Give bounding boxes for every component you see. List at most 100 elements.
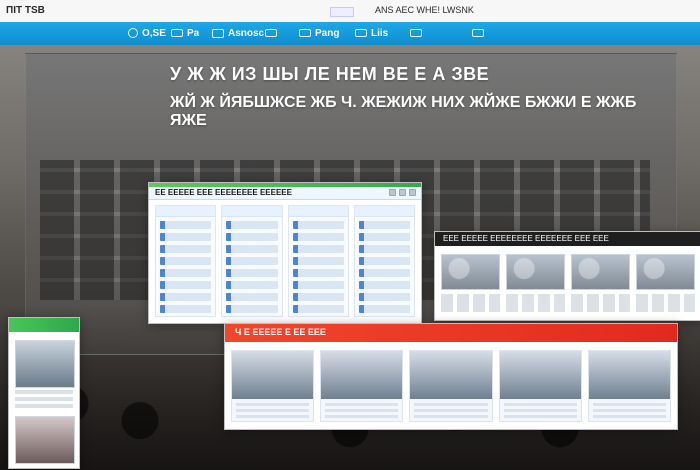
nav-item-1[interactable]: O,SE bbox=[128, 26, 166, 40]
window-a-column-4-header bbox=[354, 206, 414, 217]
minimize-icon[interactable] bbox=[389, 189, 396, 196]
list-item[interactable] bbox=[226, 233, 278, 241]
top-bar: ПIT TSB ANS AEC WHE! LWSNK bbox=[0, 0, 700, 23]
window-a-column-3-header bbox=[288, 206, 348, 217]
list-item[interactable] bbox=[292, 245, 344, 253]
window-b[interactable]: ЕЕЕ ЕЕЕЕЕ ЕЕЕЕЕЕЕЕ ЕЕЕЕЕЕЕ ЕЕЕ ЕЕЕ bbox=[434, 231, 700, 321]
list-item[interactable] bbox=[292, 257, 344, 265]
list-item[interactable] bbox=[160, 257, 212, 265]
news-card-image bbox=[232, 351, 314, 399]
list-item[interactable] bbox=[226, 281, 278, 289]
list-item[interactable] bbox=[160, 233, 212, 241]
list-item[interactable] bbox=[358, 245, 410, 253]
nav-item-3[interactable]: Asnosc bbox=[212, 26, 264, 40]
maximize-icon[interactable] bbox=[399, 189, 406, 196]
nav-item-5[interactable]: Pang bbox=[299, 26, 339, 40]
window-c[interactable] bbox=[8, 317, 80, 469]
news-card-image bbox=[588, 351, 671, 399]
hero-title-line-1: У Ж Ж ИЗ ШЫ ЛЕ НЕМ ВЕ Е А ЗВЕ bbox=[170, 64, 490, 84]
list-item[interactable] bbox=[226, 293, 278, 301]
news-caption bbox=[15, 390, 73, 410]
video-thumbnail[interactable] bbox=[506, 254, 565, 290]
news-card-image bbox=[410, 351, 492, 399]
news-card-text bbox=[414, 403, 488, 419]
window-a-title: ЕЕ ЕЕЕЕЕ ЕЕЕ ЕЕЕЕЕЕЕЕ ЕЕЕЕЕЕ bbox=[155, 188, 292, 197]
window-a-column-3 bbox=[287, 205, 349, 317]
hero-title-line-2: ЖЙ Ж ЙЯБШЖСЕ ЖБ Ч. ЖЕЖИЖ НИХ ЖЙЖЕ БЖЖИ Е… bbox=[170, 94, 637, 129]
window-d-title: Ч Е ЕЕЕЕЕ Е ЕЕ ЕЕЕ bbox=[235, 327, 326, 337]
list-item[interactable] bbox=[160, 281, 212, 289]
window-a-column-4 bbox=[353, 205, 415, 317]
folder-icon bbox=[299, 29, 311, 37]
nav-item-4[interactable] bbox=[265, 26, 277, 40]
list-item[interactable] bbox=[292, 293, 344, 301]
news-card[interactable] bbox=[320, 350, 404, 422]
news-card-text bbox=[503, 403, 577, 419]
video-thumbnail[interactable] bbox=[571, 254, 630, 290]
video-thumbnail[interactable] bbox=[441, 254, 500, 290]
list-item[interactable] bbox=[160, 305, 212, 313]
list-item[interactable] bbox=[160, 221, 212, 229]
list-item[interactable] bbox=[226, 257, 278, 265]
list-item[interactable] bbox=[358, 257, 410, 265]
news-card-text bbox=[325, 403, 399, 419]
check-icon bbox=[355, 29, 367, 37]
list-item[interactable] bbox=[292, 233, 344, 241]
nav-item-3-label: Asnosc bbox=[228, 27, 265, 39]
news-card-image bbox=[499, 351, 581, 399]
list-item[interactable] bbox=[358, 281, 410, 289]
video-thumbnail[interactable] bbox=[636, 254, 695, 290]
list-item[interactable] bbox=[160, 293, 212, 301]
caption-line bbox=[571, 294, 630, 312]
window-a-titlebar[interactable]: ЕЕ ЕЕЕЕЕ ЕЕЕ ЕЕЕЕЕЕЕЕ ЕЕЕЕЕЕ bbox=[149, 187, 421, 200]
window-d-cards bbox=[231, 350, 672, 422]
window-a-controls bbox=[389, 189, 416, 196]
news-card[interactable] bbox=[231, 350, 315, 422]
nav-item-7[interactable] bbox=[410, 26, 422, 40]
list-item[interactable] bbox=[292, 281, 344, 289]
list-item[interactable] bbox=[226, 305, 278, 313]
caption-line bbox=[636, 294, 695, 312]
list-item[interactable] bbox=[358, 233, 410, 241]
list-item[interactable] bbox=[226, 269, 278, 277]
top-bar-center: ANS AEC WHE! LWSNK bbox=[325, 5, 505, 17]
nav-item-2[interactable]: Pa bbox=[171, 26, 199, 40]
window-b-thumbnail-strip bbox=[441, 254, 695, 290]
window-a-column-1 bbox=[155, 205, 217, 317]
news-photo[interactable] bbox=[15, 340, 75, 388]
list-item[interactable] bbox=[160, 269, 212, 277]
news-card[interactable] bbox=[498, 350, 582, 422]
news-card[interactable] bbox=[409, 350, 493, 422]
nav-item-8[interactable] bbox=[472, 26, 484, 40]
nav-item-6[interactable]: Liis bbox=[355, 26, 388, 40]
play-icon bbox=[410, 29, 422, 37]
news-card-image bbox=[321, 351, 403, 399]
list-item[interactable] bbox=[292, 221, 344, 229]
caption-line bbox=[441, 294, 500, 312]
news-photo[interactable] bbox=[15, 416, 75, 464]
nav-item-6-label: Liis bbox=[371, 27, 389, 39]
window-d-header[interactable]: Ч Е ЕЕЕЕЕ Е ЕЕ ЕЕЕ bbox=[225, 324, 677, 342]
window-c-header[interactable] bbox=[9, 318, 79, 332]
window-d[interactable]: Ч Е ЕЕЕЕЕ Е ЕЕ ЕЕЕ bbox=[224, 323, 678, 430]
window-b-titlebar[interactable]: ЕЕЕ ЕЕЕЕЕ ЕЕЕЕЕЕЕЕ ЕЕЕЕЕЕЕ ЕЕЕ ЕЕЕ bbox=[435, 232, 700, 246]
list-item[interactable] bbox=[358, 305, 410, 313]
window-a-grid bbox=[155, 205, 415, 317]
window-a[interactable]: ЕЕ ЕЕЕЕЕ ЕЕЕ ЕЕЕЕЕЕЕЕ ЕЕЕЕЕЕ bbox=[148, 182, 422, 324]
list-item[interactable] bbox=[358, 293, 410, 301]
list-item[interactable] bbox=[226, 221, 278, 229]
list-item[interactable] bbox=[358, 269, 410, 277]
news-card[interactable] bbox=[587, 350, 672, 422]
nav-item-1-label: O,SE bbox=[142, 27, 166, 39]
close-icon[interactable] bbox=[409, 189, 416, 196]
mail-icon bbox=[212, 28, 224, 38]
window-a-column-1-header bbox=[156, 206, 216, 217]
list-item[interactable] bbox=[358, 221, 410, 229]
nav-item-2-label: Pa bbox=[187, 27, 200, 39]
list-item[interactable] bbox=[292, 269, 344, 277]
top-bar-chip bbox=[330, 7, 354, 17]
list-item[interactable] bbox=[292, 305, 344, 313]
list-item[interactable] bbox=[160, 245, 212, 253]
window-icon bbox=[472, 29, 484, 37]
list-item[interactable] bbox=[226, 245, 278, 253]
